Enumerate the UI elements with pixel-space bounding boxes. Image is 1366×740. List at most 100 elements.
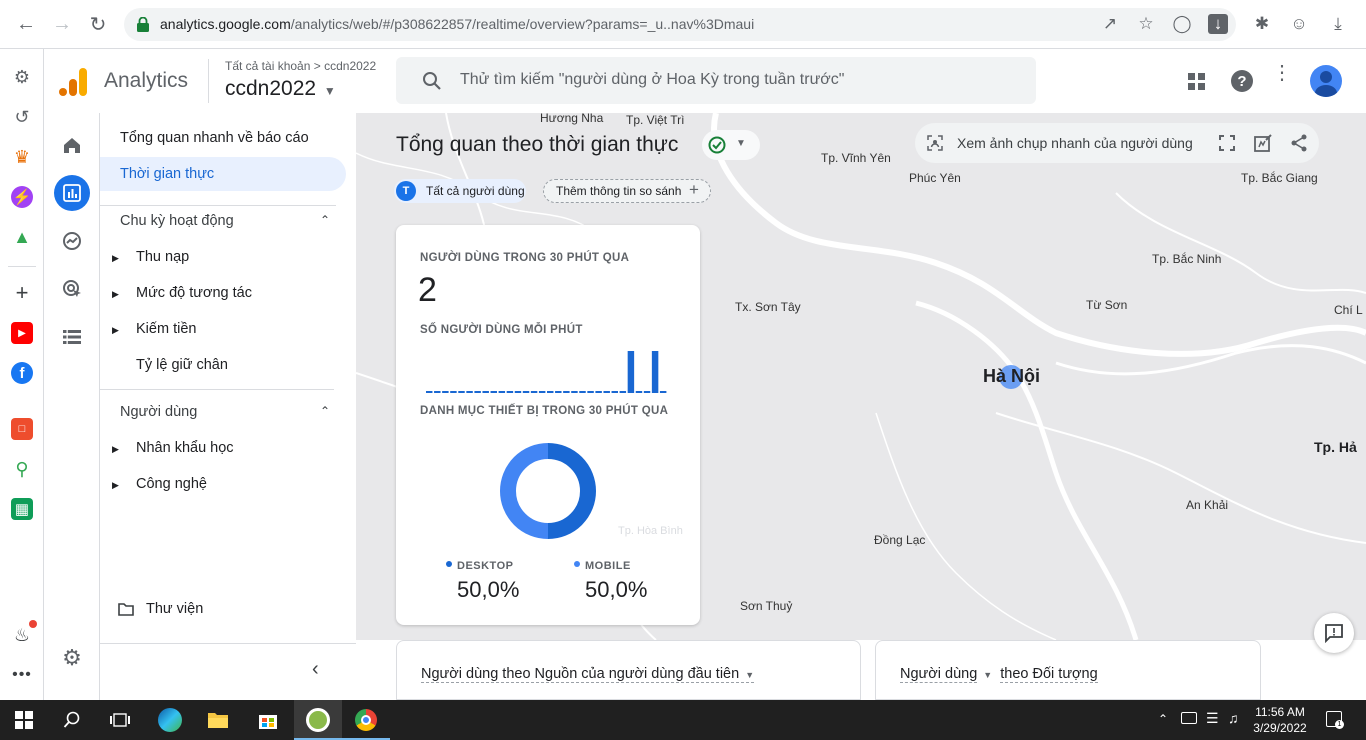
chevron-up-icon[interactable]: ⌃ [320,213,330,227]
per-minute-bar[interactable] [530,391,538,393]
per-minute-bar[interactable] [595,391,602,393]
status-selector[interactable]: ▼ [702,130,760,160]
nav-reports-snapshot[interactable]: Tổng quan nhanh về báo cáo [120,130,309,146]
collapse-nav-icon[interactable]: ‹ [312,658,319,681]
add-icon[interactable]: + [11,280,33,305]
per-minute-bar[interactable] [466,391,473,393]
chevron-down-icon[interactable]: ▼ [983,670,992,680]
per-minute-bar[interactable] [514,391,522,393]
per-minute-bar[interactable] [579,391,586,393]
property-selector[interactable]: ccdn2022 ▼ [225,77,336,101]
nav-lifecycle-retention[interactable]: Tỷ lệ giữ chân [136,357,228,373]
per-minute-bar[interactable] [619,391,627,393]
tray-chevron-up-icon[interactable]: ⌃ [1158,712,1168,726]
first-user-source-title[interactable]: Người dùng theo Nguồn của người dùng đầu… [421,666,755,683]
crown-icon[interactable]: ♛ [11,146,33,168]
fullscreen-icon[interactable] [1219,135,1235,151]
volume-icon[interactable]: ♫ [1228,710,1239,726]
more-vert-icon[interactable]: ⋮ [1272,63,1292,83]
help-icon[interactable]: ? [1231,70,1253,92]
nav-lifecycle-acquisition[interactable]: Thu nạp [136,249,189,265]
nav-library[interactable]: Thư viện [146,601,203,617]
per-minute-bar[interactable] [563,391,570,393]
per-minute-bar[interactable] [442,391,449,393]
per-minute-bar[interactable] [434,391,441,393]
map-pin-icon[interactable]: ⚲ [11,458,33,480]
wifi-icon[interactable]: ☰ [1206,710,1219,727]
admin-gear-icon[interactable]: ⚙ [58,644,86,672]
bookmark-star-icon[interactable]: ☆ [1136,14,1156,34]
per-minute-bar[interactable] [659,391,667,393]
breadcrumb[interactable]: Tất cả tài khoản > ccdn2022 [225,59,376,73]
nav-user-tech[interactable]: Công nghệ [136,476,207,492]
per-minute-bar[interactable] [555,391,562,393]
per-minute-bar[interactable] [643,391,651,393]
messenger-icon[interactable]: ⚡ [11,186,33,208]
per-minute-bar[interactable] [450,391,457,393]
taskbar-search-icon[interactable] [60,708,84,732]
home-icon[interactable] [58,131,86,159]
per-minute-bar[interactable] [603,391,610,393]
per-minute-bar[interactable] [474,391,481,393]
donut-slice-mobile[interactable] [500,443,549,539]
feedback-button[interactable] [1314,613,1354,653]
task-view-icon[interactable] [108,708,132,732]
more-icon[interactable]: ••• [11,664,33,686]
facebook-icon[interactable]: f [11,362,33,384]
sheets-icon[interactable]: ▦ [11,498,33,520]
reports-icon[interactable] [54,175,90,211]
youtube-icon[interactable]: ▶ [11,322,33,344]
per-minute-bar[interactable] [506,391,514,393]
per-minute-bar[interactable] [522,391,530,393]
shield-extension-icon[interactable]: ◯ [1172,14,1192,34]
analytics-logo-icon[interactable] [58,67,88,97]
per-minute-bar[interactable] [458,391,465,393]
share-page-icon[interactable]: ↗ [1100,14,1120,34]
windows-start-icon[interactable] [12,708,36,732]
search-bar[interactable]: Thử tìm kiếm "người dùng ở Hoa Kỳ trong … [396,57,1036,104]
profile-icon[interactable]: ☺ [1289,14,1309,34]
per-minute-bar[interactable] [651,351,659,393]
nav-lifecycle-monetization[interactable]: Kiếm tiền [136,321,196,337]
configure-list-icon[interactable] [58,323,86,351]
extensions-puzzle-icon[interactable]: ✱ [1252,14,1272,34]
audience-metric-selector[interactable]: Người dùng [900,666,978,683]
microsoft-store-icon[interactable] [256,708,280,732]
taskbar-active-app[interactable] [294,700,342,740]
shopee-icon[interactable]: □ [11,418,33,440]
per-minute-bar[interactable] [498,391,506,393]
explore-icon[interactable] [58,227,86,255]
taskbar-chrome[interactable] [342,700,390,740]
per-minute-bar[interactable] [547,391,554,393]
per-minute-bar[interactable] [426,391,433,393]
nav-section-user[interactable]: Người dùng [120,404,197,420]
per-minute-bar[interactable] [571,391,578,393]
per-minute-bar[interactable] [635,391,643,393]
battery-icon[interactable] [1181,712,1197,724]
download-extension-icon[interactable]: ↓ [1208,14,1228,34]
nav-realtime-item[interactable]: Thời gian thực [100,157,346,191]
apps-grid-icon[interactable] [1187,71,1207,91]
per-minute-bar[interactable] [538,391,546,393]
reload-icon[interactable]: ↻ [86,12,110,36]
audience-dimension-label[interactable]: theo Đối tượng [1000,666,1098,683]
snapshot-button[interactable]: Xem ảnh chụp nhanh của người dùng [957,135,1193,151]
back-icon[interactable]: ← [14,12,38,36]
file-explorer-icon[interactable] [206,708,230,732]
per-minute-bar[interactable] [611,391,618,393]
notification-bell-icon[interactable]: ♨ [11,624,33,646]
address-bar[interactable]: analytics.google.com/analytics/web/#/p30… [124,8,1236,41]
forward-icon[interactable]: → [50,12,74,36]
advertising-icon[interactable] [58,275,86,303]
downloads-icon[interactable]: ⤓ [1328,14,1348,34]
per-minute-bar[interactable] [627,351,635,393]
users-per-minute-chart[interactable] [426,347,668,393]
edge-browser-icon[interactable] [158,708,182,732]
device-donut-chart[interactable] [498,441,598,541]
settings-gear-icon[interactable]: ⚙ [11,66,33,88]
notifications-icon[interactable]: 1 [1326,711,1344,729]
per-minute-bar[interactable] [587,391,594,393]
add-comparison-chip[interactable]: Thêm thông tin so sánh + [543,179,711,203]
breadcrumb-all-accounts[interactable]: Tất cả tài khoản [225,59,310,73]
nav-section-lifecycle[interactable]: Chu kỳ hoạt động [120,213,234,229]
